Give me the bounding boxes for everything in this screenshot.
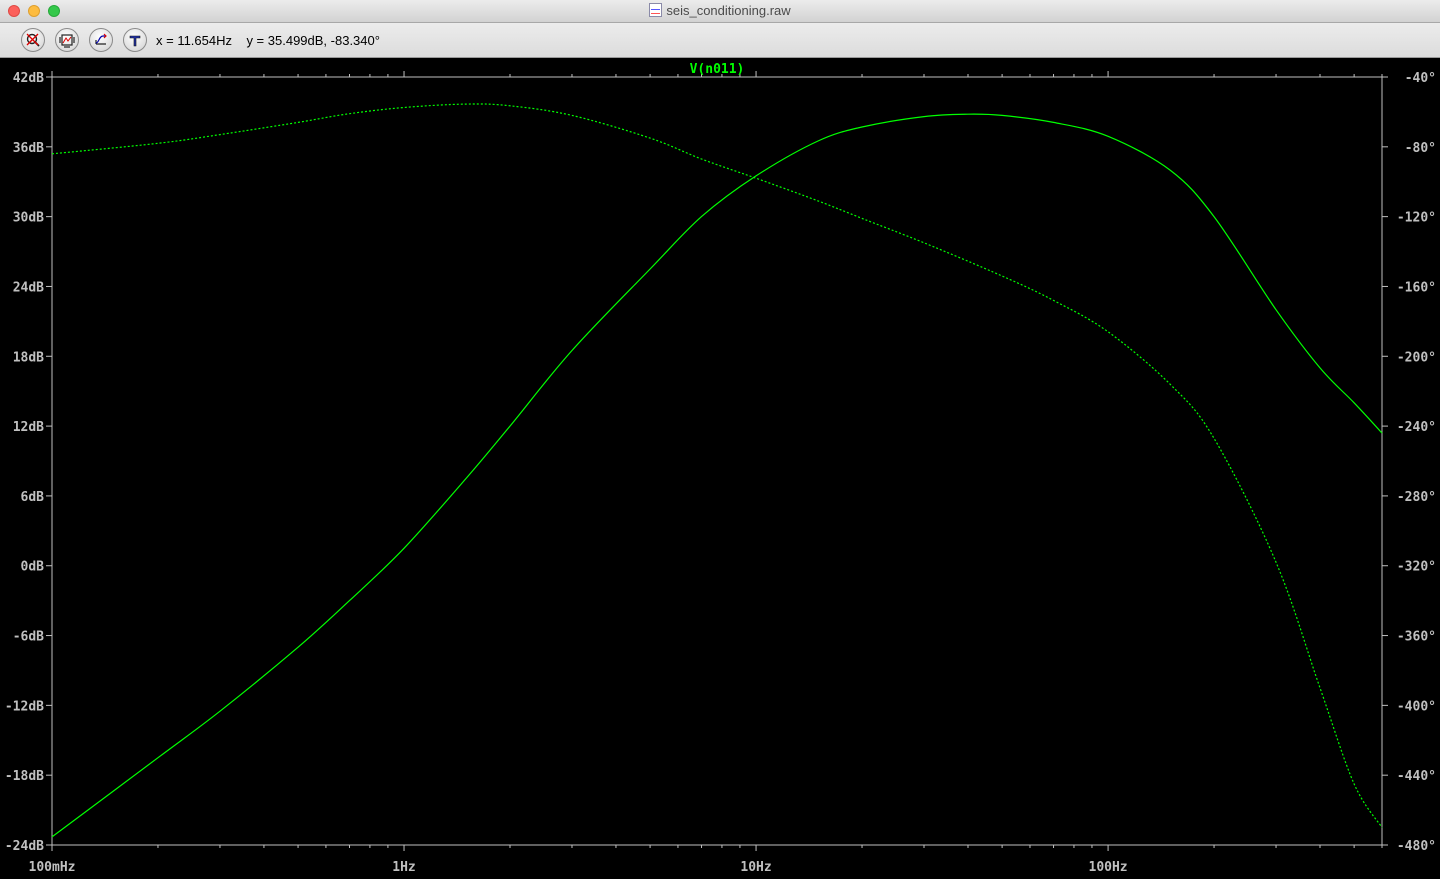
y-right-tick-label: -360°: [1397, 630, 1436, 645]
waveform-document-icon: [649, 3, 663, 17]
y-right-tick-label: -320°: [1397, 560, 1436, 575]
phase-trace[interactable]: [51, 103, 1383, 828]
plot-frame: [46, 71, 1388, 851]
bode-plot[interactable]: V(n011) 42dB 36dB 30dB 24dB 18dB 12dB 6dB 0dB -6…: [0, 58, 1440, 879]
y-left-tick-label: -12dB: [5, 699, 44, 714]
y-left-tick-label: 42dB: [13, 71, 44, 86]
y-left-tick-label: 0dB: [21, 560, 45, 575]
probe-button[interactable]: [123, 28, 147, 52]
y-left-tick-label: -24dB: [5, 839, 44, 854]
x-tick-label: 100Hz: [1089, 860, 1128, 875]
window-title-container: seis_conditioning.raw: [0, 3, 1440, 18]
y-right-tick-label: -160°: [1397, 280, 1436, 295]
y-right-tick-label: -440°: [1397, 769, 1436, 784]
x-tick-label: 100mHz: [29, 860, 76, 875]
trace-label[interactable]: V(n011): [690, 62, 745, 77]
y-left-tick-label: 12dB: [13, 420, 44, 435]
y-right-tick-label: -240°: [1397, 420, 1436, 435]
y-left-tick-label: -18dB: [5, 769, 44, 784]
autorange-button[interactable]: [55, 28, 79, 52]
y-left-tick-label: 30dB: [13, 211, 44, 226]
cursor-readout: x = 11.654Hz y = 35.499dB, -83.340°: [156, 33, 380, 48]
window-titlebar: seis_conditioning.raw: [0, 0, 1440, 23]
window-title: seis_conditioning.raw: [666, 3, 791, 18]
y-left-tick-label: -6dB: [13, 630, 44, 645]
autorange-icon: [59, 34, 75, 48]
y-right-tick-label: -120°: [1397, 211, 1436, 226]
zoom-out-icon: [26, 33, 40, 47]
y-left-tick-label: 6dB: [21, 490, 45, 505]
plot-border: [51, 76, 1383, 846]
y-right-tick-label: -80°: [1405, 141, 1436, 156]
x-tick-label: 1Hz: [392, 860, 415, 875]
y-right-tick-label: -200°: [1397, 350, 1436, 365]
pan-button[interactable]: [89, 28, 113, 52]
y-left-tick-label: 36dB: [13, 141, 44, 156]
pan-icon: [95, 33, 107, 45]
probe-icon: [129, 35, 141, 47]
y-left-tick-label: 18dB: [13, 350, 44, 365]
zoom-out-button[interactable]: [21, 28, 45, 52]
y-right-tick-label: -280°: [1397, 490, 1436, 505]
y-right-tick-label: -40°: [1405, 71, 1436, 86]
y-right-tick-label: -400°: [1397, 699, 1436, 714]
magnitude-trace[interactable]: [51, 113, 1383, 838]
y-right-tick-label: -480°: [1397, 839, 1436, 854]
y-left-tick-label: 24dB: [13, 280, 44, 295]
x-tick-label: 10Hz: [740, 860, 771, 875]
